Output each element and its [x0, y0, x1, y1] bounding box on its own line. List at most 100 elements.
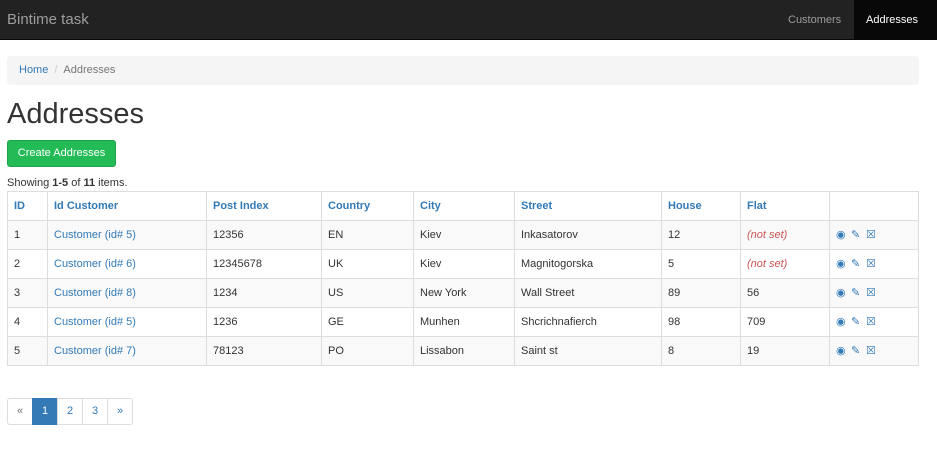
eye-icon[interactable]: ◉ [836, 229, 850, 241]
cell-id: 5 [7, 336, 48, 366]
table-row: 3 Customer (id# 8) 1234 US New York Wall Stre… [7, 278, 919, 308]
summary-total: 11 [83, 177, 96, 189]
cell-id: 2 [7, 249, 48, 279]
cell-flat: 56 [740, 278, 830, 308]
cell-street: Wall Street [514, 278, 662, 308]
cell-city: Kiev [413, 220, 515, 250]
cell-country: GE [321, 307, 414, 337]
header-city[interactable]: City [413, 191, 515, 221]
customer-link[interactable]: Customer (id# 8) [54, 287, 136, 299]
breadcrumb-separator: / [54, 64, 58, 76]
navbar: Bintime task Customers Addresses [0, 0, 937, 40]
cell-customer: Customer (id# 7) [47, 336, 207, 366]
summary-middle: of [68, 177, 84, 189]
cell-flat: 19 [740, 336, 830, 366]
cell-house: 98 [661, 307, 741, 337]
cell-house: 89 [661, 278, 741, 308]
trash-icon[interactable]: ☒ [866, 258, 880, 270]
cell-house: 12 [661, 220, 741, 250]
cell-post: 12356 [206, 220, 322, 250]
table-row: 2 Customer (id# 6) 12345678 UK Kiev Magnitogo… [7, 249, 919, 279]
cell-post: 1236 [206, 307, 322, 337]
pencil-icon[interactable]: ✎ [851, 316, 865, 328]
cell-house: 5 [661, 249, 741, 279]
pencil-icon[interactable]: ✎ [851, 258, 865, 270]
cell-id: 4 [7, 307, 48, 337]
pagination-page-1[interactable]: 1 [32, 398, 58, 425]
customer-link[interactable]: Customer (id# 7) [54, 345, 136, 357]
cell-customer: Customer (id# 5) [47, 307, 207, 337]
summary: Showing 1-5 of 11 items. [7, 177, 128, 189]
cell-actions: ◉ ✎ ☒ [829, 249, 919, 279]
cell-post: 1234 [206, 278, 322, 308]
cell-flat: (not set) [740, 220, 830, 250]
cell-city: New York [413, 278, 515, 308]
cell-id: 1 [7, 220, 48, 250]
cell-id: 3 [7, 278, 48, 308]
cell-country: PO [321, 336, 414, 366]
header-street[interactable]: Street [514, 191, 662, 221]
cell-street: Shcrichnafierch [514, 307, 662, 337]
cell-post: 78123 [206, 336, 322, 366]
cell-street: Inkasatorov [514, 220, 662, 250]
header-actions [829, 191, 919, 221]
cell-country: EN [321, 220, 414, 250]
trash-icon[interactable]: ☒ [866, 229, 880, 241]
eye-icon[interactable]: ◉ [836, 345, 850, 357]
cell-actions: ◉ ✎ ☒ [829, 220, 919, 250]
brand[interactable]: Bintime task [7, 11, 89, 28]
cell-city: Munhen [413, 307, 515, 337]
eye-icon[interactable]: ◉ [836, 316, 850, 328]
pagination-page-3[interactable]: 3 [82, 398, 108, 425]
cell-customer: Customer (id# 5) [47, 220, 207, 250]
create-addresses-button[interactable]: Create Addresses [7, 140, 116, 167]
pagination-page-2[interactable]: 2 [57, 398, 83, 425]
cell-city: Kiev [413, 249, 515, 279]
breadcrumb-current: Addresses [63, 64, 116, 76]
cell-house: 8 [661, 336, 741, 366]
breadcrumb: Home / Addresses [7, 56, 919, 85]
customer-link[interactable]: Customer (id# 5) [54, 316, 136, 328]
table-row: 1 Customer (id# 5) 12356 EN Kiev Inkasatorov 1… [7, 220, 919, 250]
pagination-next[interactable]: » [107, 398, 133, 425]
header-id[interactable]: ID [7, 191, 48, 221]
cell-customer: Customer (id# 8) [47, 278, 207, 308]
customer-link[interactable]: Customer (id# 6) [54, 258, 136, 270]
eye-icon[interactable]: ◉ [836, 258, 850, 270]
cell-country: US [321, 278, 414, 308]
customer-link[interactable]: Customer (id# 5) [54, 229, 136, 241]
table-row: 4 Customer (id# 5) 1236 GE Munhen Shcrichnafi… [7, 307, 919, 337]
cell-country: UK [321, 249, 414, 279]
header-post-index[interactable]: Post Index [206, 191, 322, 221]
pencil-icon[interactable]: ✎ [851, 345, 865, 357]
summary-suffix: items. [95, 177, 128, 189]
cell-street: Magnitogorska [514, 249, 662, 279]
header-flat[interactable]: Flat [740, 191, 830, 221]
pagination-prev[interactable]: « [7, 398, 33, 425]
pencil-icon[interactable]: ✎ [851, 287, 865, 299]
table-row: 5 Customer (id# 7) 78123 PO Lissabon Saint st… [7, 336, 919, 366]
trash-icon[interactable]: ☒ [866, 345, 880, 357]
header-id-customer[interactable]: Id Customer [47, 191, 207, 221]
cell-flat: 709 [740, 307, 830, 337]
trash-icon[interactable]: ☒ [866, 316, 880, 328]
trash-icon[interactable]: ☒ [866, 287, 880, 299]
cell-flat: (not set) [740, 249, 830, 279]
cell-post: 12345678 [206, 249, 322, 279]
cell-actions: ◉ ✎ ☒ [829, 336, 919, 366]
cell-actions: ◉ ✎ ☒ [829, 307, 919, 337]
page-title: Addresses [7, 98, 145, 130]
summary-prefix: Showing [7, 177, 53, 189]
header-house[interactable]: House [661, 191, 741, 221]
nav-customers[interactable]: Customers [776, 0, 854, 40]
table-header-row: ID Id Customer Post Index Country City S… [7, 191, 919, 221]
pencil-icon[interactable]: ✎ [851, 229, 865, 241]
nav-addresses[interactable]: Addresses [854, 0, 937, 40]
summary-range: 1-5 [52, 177, 69, 189]
cell-customer: Customer (id# 6) [47, 249, 207, 279]
header-country[interactable]: Country [321, 191, 414, 221]
eye-icon[interactable]: ◉ [836, 287, 850, 299]
cell-city: Lissabon [413, 336, 515, 366]
addresses-table: ID Id Customer Post Index Country City S… [7, 191, 919, 366]
breadcrumb-home[interactable]: Home [19, 64, 48, 76]
